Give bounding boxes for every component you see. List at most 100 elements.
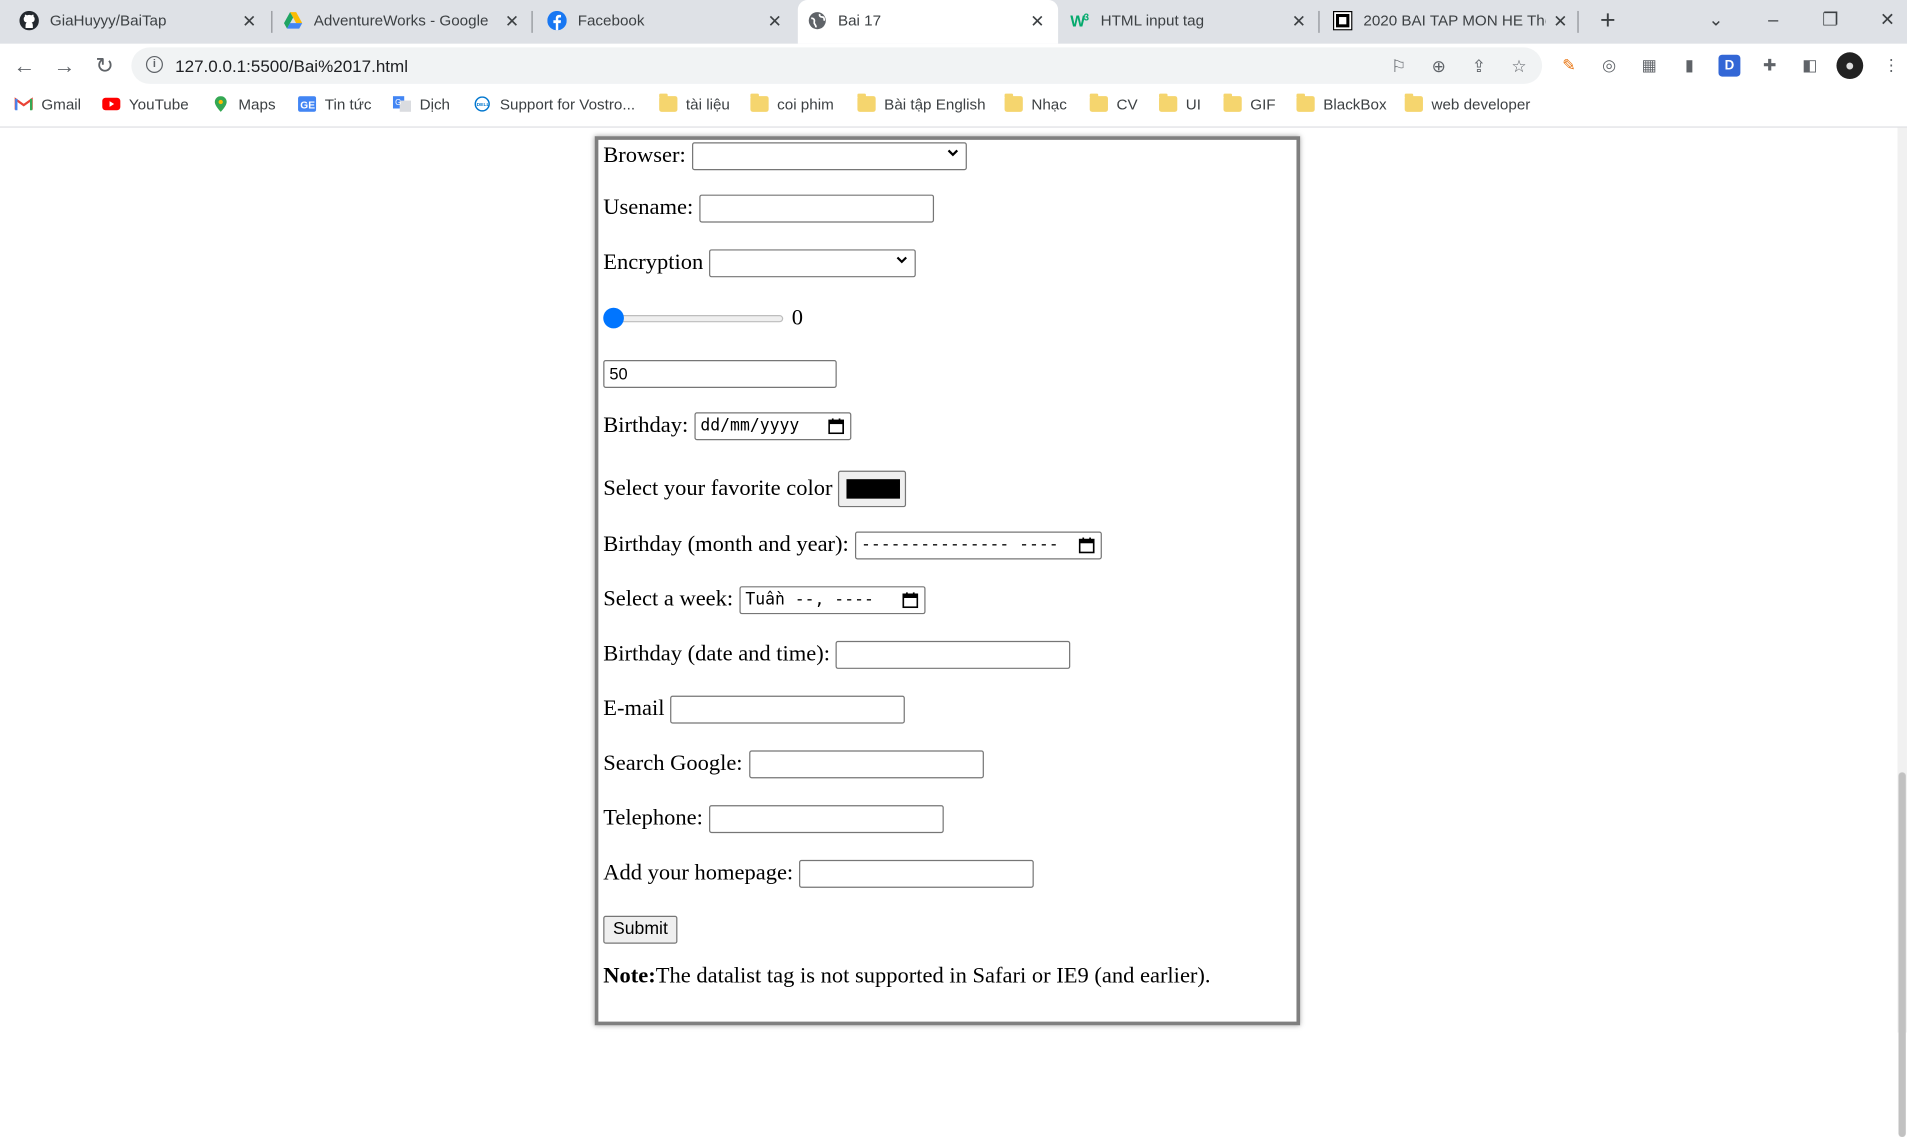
number-input[interactable]: 50 (603, 359, 837, 388)
translate-page-icon[interactable]: ⚐ (1388, 55, 1410, 77)
bookmark-label: coi phim (777, 96, 834, 114)
zoom-icon[interactable]: ⊕ (1428, 55, 1450, 77)
bookmark-label: YouTube (128, 96, 189, 114)
url-text[interactable]: 127.0.0.1:5500/Bai%2017.html (175, 56, 408, 75)
username-input[interactable] (699, 194, 935, 223)
profile-avatar[interactable]: ● (1836, 52, 1864, 80)
tab-html-input[interactable]: W3 HTML input tag ✕ (1061, 0, 1320, 44)
site-icon (1332, 10, 1353, 31)
bookmark-gmail[interactable]: Gmail (14, 96, 82, 118)
bookmarks-bar: Gmail YouTube Maps GE Tin tức G Dịch DELL S… (0, 87, 1907, 128)
folder-icon (857, 93, 876, 112)
note-bold-label: Note: (603, 964, 656, 989)
extension-icon[interactable]: ▮ (1678, 55, 1700, 77)
week-input[interactable]: Tuần --, ---- (739, 586, 926, 615)
bookmark-star-icon[interactable]: ☆ (1508, 55, 1530, 77)
encryption-select[interactable] (709, 249, 917, 278)
color-picker-extension-icon[interactable]: ✎ (1558, 55, 1580, 77)
bookmark-blackbox[interactable]: BlackBox (1296, 93, 1387, 118)
tab-adventureworks[interactable]: AdventureWorks - Google Drive ✕ (274, 0, 533, 44)
bookmark-ui[interactable]: UI (1159, 93, 1201, 118)
svg-text:GE: GE (300, 101, 315, 112)
close-icon[interactable]: ✕ (764, 10, 786, 32)
scrollbar-thumb[interactable] (1898, 772, 1906, 1137)
homepage-input[interactable] (799, 859, 1034, 888)
search-input[interactable] (748, 750, 984, 779)
close-icon[interactable]: ✕ (238, 10, 260, 32)
youtube-icon (102, 97, 121, 111)
encryption-label: Encryption (603, 250, 704, 275)
calendar-icon[interactable] (828, 418, 844, 435)
bookmark-cv[interactable]: CV (1089, 93, 1138, 118)
address-bar[interactable]: i 127.0.0.1:5500/Bai%2017.html ⚐ ⊕ ⇪ ☆ (131, 47, 1543, 84)
back-arrow-icon[interactable]: ← (9, 50, 41, 82)
new-tab-button[interactable]: + (1593, 7, 1622, 36)
close-icon[interactable]: ✕ (1549, 10, 1571, 32)
bookmark-dich[interactable]: G Dịch (392, 96, 450, 118)
share-icon[interactable]: ⇪ (1468, 55, 1490, 77)
tab-search-icon[interactable]: ⌄ (1699, 5, 1733, 37)
bookmark-label: tài liệu (685, 96, 730, 114)
tab-facebook[interactable]: Facebook ✕ (538, 0, 797, 44)
search-label: Search Google: (603, 751, 743, 776)
calendar-icon[interactable] (902, 592, 919, 609)
slider-thumb[interactable] (603, 307, 624, 329)
news-icon: GE (298, 96, 317, 112)
range-slider[interactable] (603, 305, 788, 332)
bookmark-youtube[interactable]: YouTube (102, 96, 189, 118)
bookmark-label: Gmail (41, 96, 82, 114)
forward-arrow-icon[interactable]: → (49, 50, 81, 82)
close-icon[interactable]: ✕ (501, 10, 523, 32)
bookmark-tin-tuc[interactable]: GE Tin tức (298, 96, 372, 118)
bookmark-gif[interactable]: GIF (1223, 93, 1276, 118)
bookmark-coi-phim[interactable]: coi phim (750, 93, 834, 118)
bookmark-support-vostro[interactable]: DELL Support for Vostro... (473, 96, 635, 118)
chevron-down-icon (947, 149, 958, 157)
homepage-label: Add your homepage: (603, 861, 794, 886)
bookmark-nhac[interactable]: Nhạc (1004, 93, 1067, 118)
translate-icon: G (392, 96, 411, 112)
extension-icon[interactable]: ▦ (1638, 55, 1660, 77)
email-input[interactable] (670, 695, 906, 724)
tab-bai-17[interactable]: Bai 17 ✕ (797, 0, 1059, 44)
compass-extension-icon[interactable]: ◎ (1598, 55, 1620, 77)
note-text: Note:The datalist tag is not supported i… (603, 964, 1210, 990)
bookmark-tai-lieu[interactable]: tài liệu (659, 93, 730, 118)
restore-icon[interactable]: ❐ (1813, 5, 1847, 37)
globe-icon (808, 12, 826, 30)
reload-icon[interactable]: ↻ (89, 50, 121, 82)
datetime-input[interactable] (836, 640, 1071, 669)
datetime-label: Birthday (date and time): (603, 642, 831, 667)
menu-dots-icon[interactable]: ⋮ (1880, 55, 1902, 77)
site-info-icon[interactable]: i (145, 55, 163, 73)
extension-d-icon[interactable]: D (1718, 54, 1741, 77)
folder-icon (1159, 93, 1178, 112)
minimize-icon[interactable]: – (1756, 5, 1790, 37)
month-input[interactable]: --------------- ---- (854, 531, 1102, 560)
color-picker[interactable] (837, 470, 906, 508)
side-panel-icon[interactable]: ◧ (1799, 55, 1821, 77)
puzzle-icon[interactable]: ✚ (1759, 55, 1781, 77)
birthday-date-input[interactable]: dd/mm/yyyy (694, 412, 852, 441)
tab-separator (531, 10, 533, 33)
input-form: Browser: Usename: Encryption 0 50 Birthd… (594, 136, 1301, 1026)
calendar-icon[interactable] (1078, 537, 1095, 554)
bookmark-web-developer[interactable]: web developer (1404, 93, 1530, 118)
tab-separator (1577, 10, 1579, 33)
close-icon[interactable]: ✕ (1288, 10, 1310, 32)
bookmark-bai-tap-english[interactable]: Bài tập English (857, 93, 986, 118)
folder-icon (750, 93, 769, 112)
tab-github[interactable]: GiaHuyyy/BaiTap ✕ (10, 0, 273, 44)
telephone-input[interactable] (708, 805, 944, 834)
submit-button[interactable]: Submit (603, 915, 678, 944)
submit-row: Submit (603, 915, 678, 944)
tab-bai-tap[interactable]: 2020 BAI TAP MON HE Thong ✕ (1323, 0, 1579, 44)
google-drive-icon (283, 12, 303, 29)
bookmark-maps[interactable]: Maps (212, 96, 276, 118)
username-label: Usename: (603, 195, 694, 221)
close-icon[interactable]: ✕ (1026, 10, 1048, 32)
scrollbar[interactable] (1897, 127, 1907, 1137)
browser-select[interactable] (691, 142, 967, 171)
svg-text:3: 3 (1084, 13, 1090, 24)
window-close-icon[interactable]: ✕ (1871, 5, 1905, 37)
